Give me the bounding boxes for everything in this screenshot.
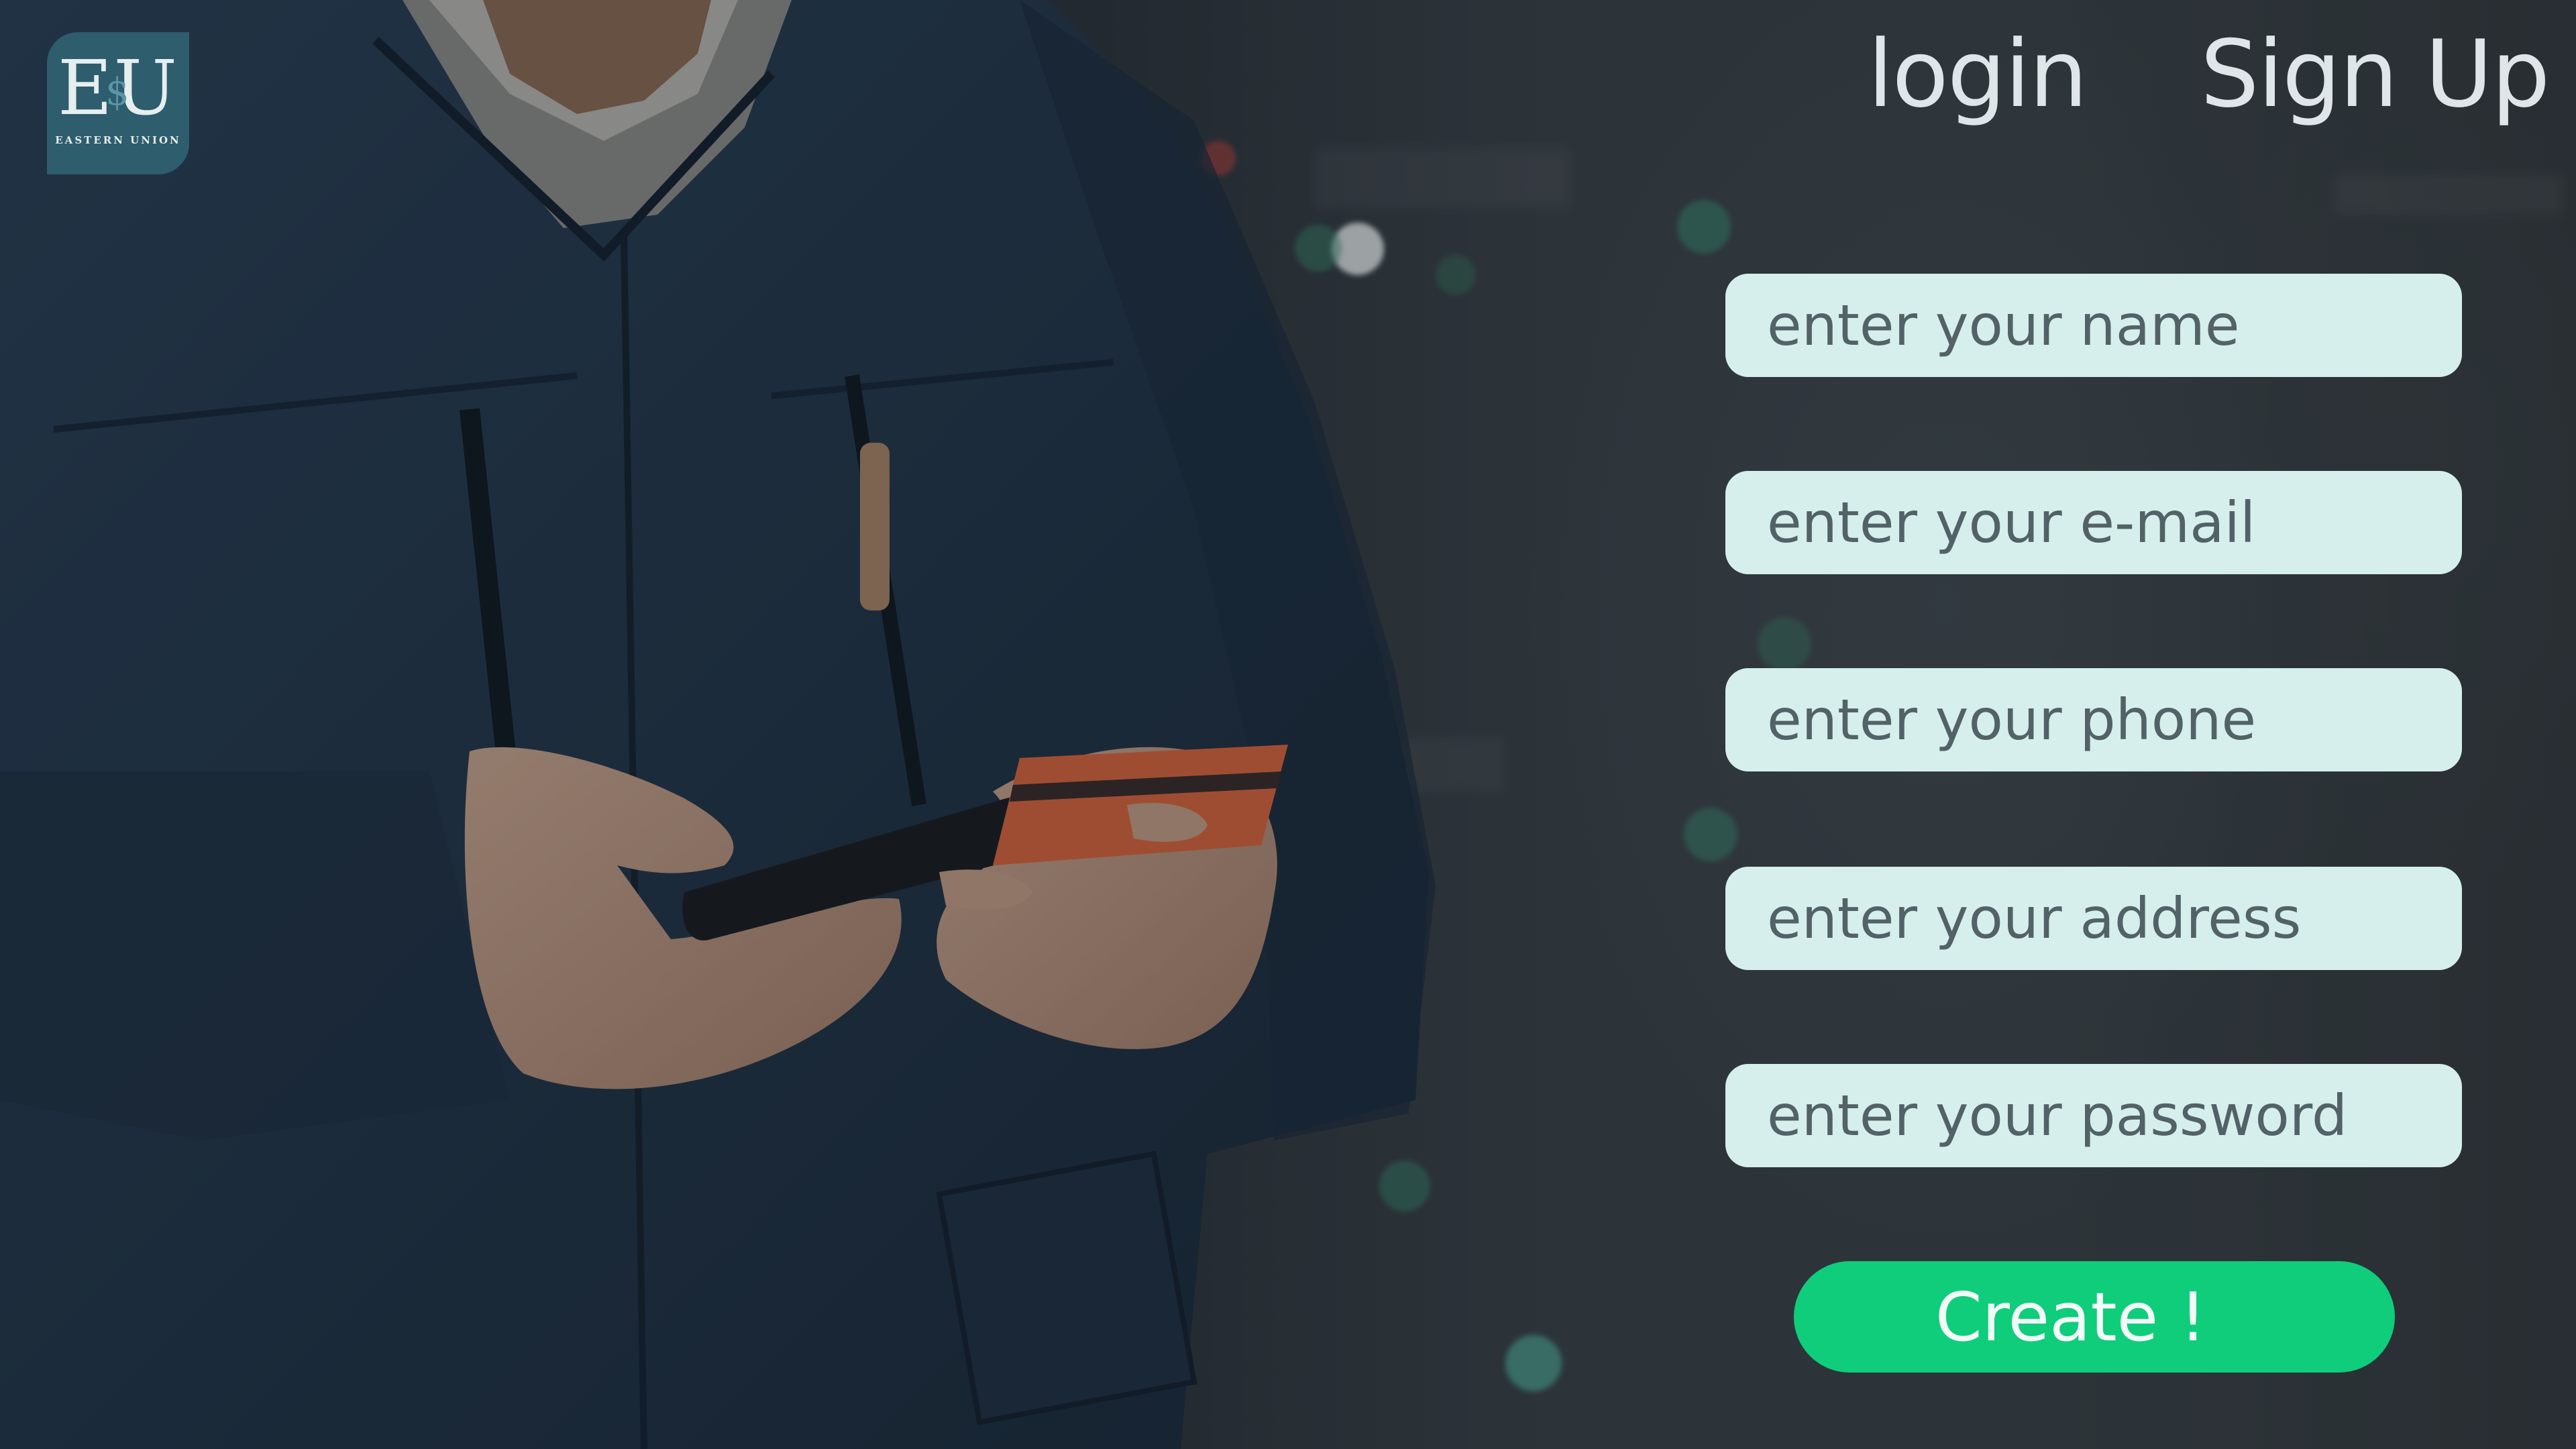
login-link[interactable]: login	[1868, 19, 2088, 130]
create-button[interactable]: Create !	[1794, 1261, 2395, 1373]
name-input[interactable]	[1725, 274, 2462, 377]
signup-link[interactable]: Sign Up	[2200, 19, 2550, 130]
address-input[interactable]	[1725, 867, 2462, 970]
password-input[interactable]	[1725, 1064, 2462, 1167]
logo-subtext: EASTERN UNION	[55, 134, 181, 146]
email-input[interactable]	[1725, 471, 2462, 574]
logo-monogram: EU $	[47, 51, 189, 126]
signup-page: EU $ EASTERN UNION login Sign Up Create …	[0, 0, 2576, 1449]
phone-input[interactable]	[1725, 668, 2462, 771]
eastern-union-logo[interactable]: EU $ EASTERN UNION	[47, 32, 189, 174]
dollar-icon: $	[105, 70, 131, 114]
